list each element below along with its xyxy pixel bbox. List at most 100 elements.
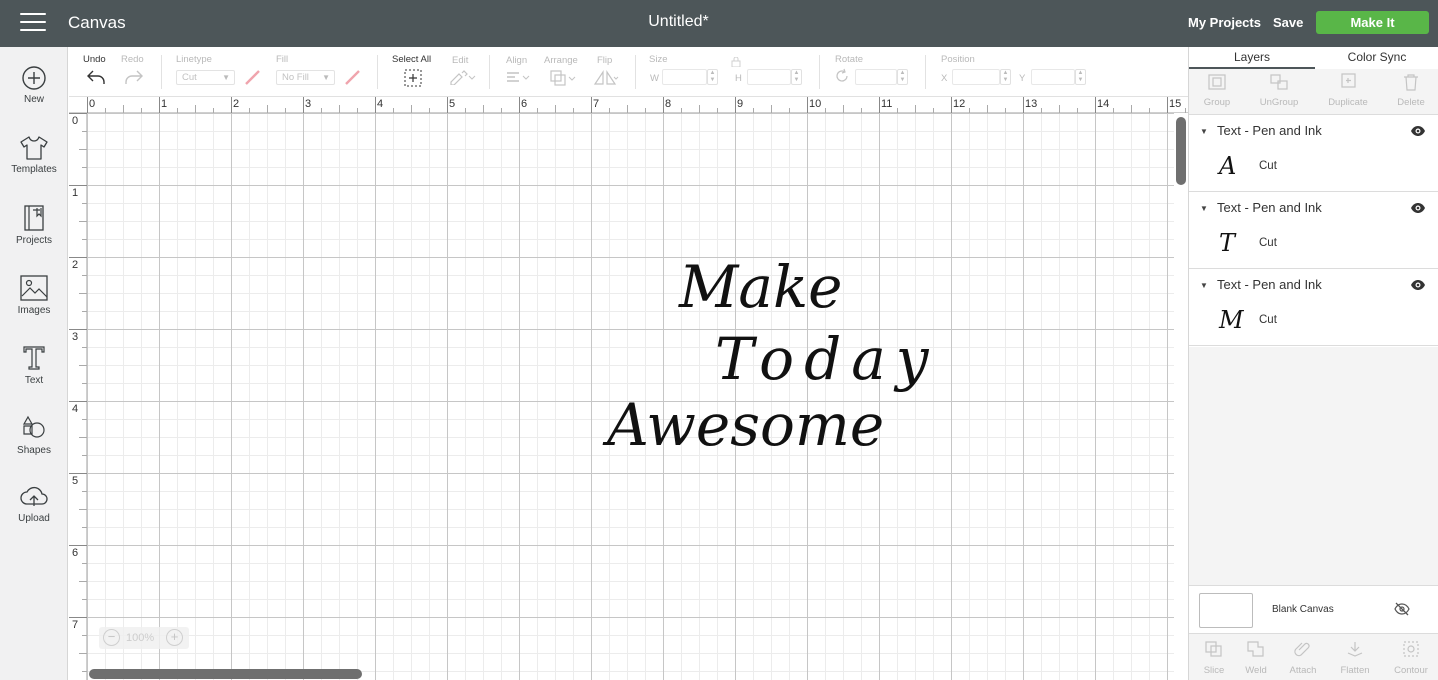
flatten-button[interactable]: Flatten (1330, 640, 1380, 676)
group-button[interactable]: Group (1189, 73, 1245, 108)
weld-button[interactable]: Weld (1231, 640, 1281, 676)
sidebar-item-templates[interactable]: Templates (0, 135, 68, 197)
layer-item[interactable]: ▼ Text - Pen and Ink T Cut (1189, 192, 1438, 269)
sidebar-item-upload[interactable]: Upload (0, 484, 68, 546)
width-label: W (650, 73, 659, 84)
collapse-arrow-icon[interactable]: ▼ (1200, 281, 1208, 290)
ruler-tick (69, 185, 87, 186)
ruler-y-label: 3 (72, 331, 79, 343)
ruler-tick (807, 97, 808, 113)
sidebar-item-shapes[interactable]: Shapes (0, 414, 68, 476)
width-input[interactable] (662, 69, 707, 85)
ruler-tick (69, 473, 87, 474)
position-x-input[interactable] (952, 69, 1000, 85)
shape-tools: Slice Weld Attach Flatten Contour (1189, 633, 1438, 680)
layer-operation[interactable]: Cut (1259, 160, 1277, 172)
linetype-label: Linetype (176, 54, 212, 65)
align-icon[interactable] (505, 70, 531, 86)
sidebar-item-new[interactable]: New (0, 65, 68, 127)
position-x-label: X (941, 73, 948, 84)
linetype-color-swatch-icon[interactable] (243, 68, 261, 86)
eye-icon[interactable] (1410, 279, 1426, 291)
layer-operation[interactable]: Cut (1259, 314, 1277, 326)
collapse-arrow-icon[interactable]: ▼ (1200, 127, 1208, 136)
layer-operation[interactable]: Cut (1259, 237, 1277, 249)
ruler-minor-tick (79, 293, 87, 294)
rotate-input[interactable] (855, 69, 897, 85)
design-canvas[interactable]: 0 1 2 3 4 5 6 7 8 9 10 11 12 13 14 15 01234567 Make Tod… (69, 97, 1188, 680)
width-stepper[interactable]: ▲ ▼ (707, 69, 718, 85)
ruler-x-label: 11 (881, 98, 893, 110)
text-icon (23, 346, 45, 370)
height-stepper[interactable]: ▲ ▼ (791, 69, 802, 85)
duplicate-button[interactable]: Duplicate (1320, 73, 1376, 108)
my-projects-button[interactable]: My Projects (1188, 15, 1261, 30)
tab-color-sync[interactable]: Color Sync (1315, 50, 1438, 64)
position-y-input[interactable] (1031, 69, 1075, 85)
sidebar-item-images[interactable]: Images (0, 274, 68, 336)
zoom-level: 100% (126, 632, 155, 644)
fill-select[interactable]: No Fill ▼ (276, 70, 335, 85)
undo-icon[interactable] (85, 68, 107, 86)
horizontal-ruler: 0 1 2 3 4 5 6 7 8 9 10 11 12 13 14 15 (69, 97, 1188, 113)
position-x-stepper[interactable]: ▲ ▼ (1000, 69, 1011, 85)
left-sidebar: New Templates Projects Images Text Shape… (0, 47, 68, 680)
linetype-value: Cut (182, 72, 197, 83)
eye-icon[interactable] (1410, 125, 1426, 137)
sidebar-item-text[interactable]: Text (0, 344, 68, 406)
position-y-stepper[interactable]: ▲ ▼ (1075, 69, 1086, 85)
fill-color-swatch-icon[interactable] (343, 68, 361, 86)
eye-icon[interactable] (1410, 202, 1426, 214)
ruler-tick (159, 97, 160, 113)
eye-hidden-icon[interactable] (1394, 602, 1410, 616)
layer-item[interactable]: ▼ Text - Pen and Ink A Cut (1189, 115, 1438, 192)
make-it-button[interactable]: Make It (1316, 11, 1429, 34)
blank-canvas-row[interactable]: Blank Canvas (1189, 585, 1438, 633)
sidebar-item-label: Images (17, 305, 51, 316)
layer-name: Text - Pen and Ink (1217, 123, 1322, 138)
ruler-x-label: 10 (809, 98, 822, 110)
zoom-control: − 100% + (99, 627, 189, 649)
ruler-x-label: 1 (161, 98, 168, 110)
attach-label: Attach (1289, 665, 1317, 676)
layers-panel: Layers Color Sync Group UnGroup Duplicat… (1188, 47, 1438, 680)
save-button[interactable]: Save (1273, 15, 1303, 30)
design-text-make[interactable]: Make (679, 253, 842, 321)
sidebar-item-projects[interactable]: Projects (0, 204, 68, 266)
rotate-icon[interactable] (834, 68, 850, 84)
position-label: Position (941, 54, 975, 65)
ruler-minor-tick (699, 105, 700, 113)
edit-tools-icon[interactable] (448, 69, 476, 85)
ungroup-button[interactable]: UnGroup (1251, 73, 1307, 108)
linetype-select[interactable]: Cut ▼ (176, 70, 235, 85)
vertical-scrollbar[interactable] (1176, 117, 1186, 185)
ruler-tick (69, 545, 87, 546)
height-label: H (735, 73, 742, 84)
flip-icon[interactable] (592, 69, 620, 87)
attach-button[interactable]: Attach (1278, 640, 1328, 676)
design-text-today[interactable]: Today (715, 325, 939, 393)
document-title[interactable]: Untitled* (0, 13, 1357, 31)
ruler-minor-tick (411, 105, 412, 113)
delete-button[interactable]: Delete (1383, 73, 1438, 108)
canvas-grid[interactable]: Make Today Awesome (87, 113, 1174, 680)
zoom-in-icon[interactable]: + (166, 629, 183, 646)
horizontal-scrollbar[interactable] (89, 669, 362, 679)
arrange-icon[interactable] (549, 69, 577, 87)
rotate-stepper[interactable]: ▲ ▼ (897, 69, 908, 85)
layer-item[interactable]: ▼ Text - Pen and Ink M Cut (1189, 269, 1438, 346)
tab-layers[interactable]: Layers (1189, 50, 1315, 64)
contour-button[interactable]: Contour (1386, 640, 1436, 676)
redo-icon[interactable] (123, 68, 145, 86)
canvas-color-swatch[interactable] (1199, 593, 1253, 628)
select-all-label: Select All (392, 54, 432, 65)
lock-icon[interactable] (729, 57, 743, 67)
height-input[interactable] (747, 69, 791, 85)
sidebar-item-label: Projects (15, 235, 53, 246)
toolbar-divider (489, 55, 490, 89)
design-text-awesome[interactable]: Awesome (607, 391, 884, 459)
collapse-arrow-icon[interactable]: ▼ (1200, 204, 1208, 213)
undo-label: Undo (83, 54, 106, 65)
zoom-out-icon[interactable]: − (103, 629, 120, 646)
select-all-icon[interactable] (403, 69, 423, 87)
